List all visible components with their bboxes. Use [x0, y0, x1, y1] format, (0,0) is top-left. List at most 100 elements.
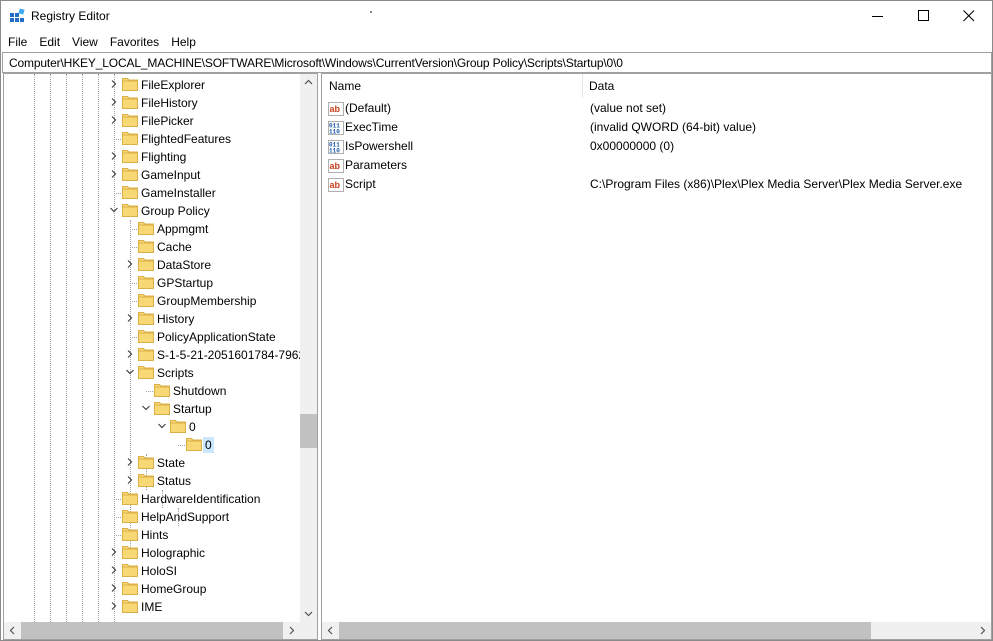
menu-help[interactable]: Help: [165, 32, 202, 52]
maximize-button[interactable]: [901, 1, 947, 32]
string-value-icon: ab: [328, 178, 344, 192]
tree-item[interactable]: Scripts: [4, 364, 300, 382]
tree-item[interactable]: 0: [4, 436, 300, 454]
values-horizontal-scroll-thumb[interactable]: [339, 622, 871, 639]
folder-icon: [154, 384, 170, 397]
chevron-down-icon[interactable]: [125, 367, 135, 377]
chevron-right-icon[interactable]: [109, 169, 119, 179]
tree-item[interactable]: FileExplorer: [4, 76, 300, 94]
string-value-icon: ab: [328, 159, 344, 173]
tree-item[interactable]: State: [4, 454, 300, 472]
value-row[interactable]: ab Parameters: [322, 156, 991, 175]
registry-editor-icon: [10, 8, 25, 22]
value-name: Parameters: [345, 158, 408, 172]
tree-item[interactable]: HelpAndSupport: [4, 508, 300, 526]
chevron-right-icon[interactable]: [109, 547, 119, 557]
address-path[interactable]: Computer\HKEY_LOCAL_MACHINE\SOFTWARE\Mic…: [9, 56, 623, 70]
tree-item[interactable]: Holographic: [4, 544, 300, 562]
chevron-right-icon[interactable]: [125, 349, 135, 359]
chevron-right-icon[interactable]: [109, 97, 119, 107]
column-header-name[interactable]: Name: [329, 74, 361, 98]
folder-icon: [122, 150, 138, 163]
folder-icon: [122, 114, 138, 127]
tree-item[interactable]: DataStore: [4, 256, 300, 274]
tree-item[interactable]: Status: [4, 472, 300, 490]
tree-item[interactable]: GameInstaller: [4, 184, 300, 202]
tree-vertical-scroll-thumb[interactable]: [300, 414, 317, 448]
folder-icon: [122, 528, 138, 541]
tree-item[interactable]: Shutdown: [4, 382, 300, 400]
svg-text:ab: ab: [330, 104, 341, 114]
values-horizontal-scrollbar[interactable]: [322, 622, 991, 639]
chevron-right-icon[interactable]: [109, 79, 119, 89]
title-bar[interactable]: Registry Editor: [1, 1, 992, 32]
chevron-right-icon[interactable]: [109, 565, 119, 575]
tree-item[interactable]: Flighting: [4, 148, 300, 166]
scroll-left-arrow-icon[interactable]: [322, 622, 339, 639]
tree-vertical-scrollbar[interactable]: [300, 74, 317, 622]
minimize-icon: [872, 16, 883, 17]
folder-icon: [138, 330, 154, 343]
chevron-right-icon[interactable]: [125, 313, 135, 323]
chevron-right-icon[interactable]: [109, 115, 119, 125]
tree-horizontal-scrollbar[interactable]: [4, 622, 300, 639]
tree-item[interactable]: FilePicker: [4, 112, 300, 130]
tree-item[interactable]: 0: [4, 418, 300, 436]
tree-item[interactable]: GPStartup: [4, 274, 300, 292]
value-data: (invalid QWORD (64-bit) value): [590, 120, 757, 134]
tree-item[interactable]: Hints: [4, 526, 300, 544]
tree-item-label: Group Policy: [141, 204, 210, 218]
tree-item[interactable]: HardwareIdentification: [4, 490, 300, 508]
chevron-right-icon[interactable]: [125, 259, 135, 269]
chevron-down-icon[interactable]: [157, 421, 167, 431]
tree-item[interactable]: Cache: [4, 238, 300, 256]
value-row[interactable]: 011 110 IsPowershell 0x00000000 (0): [322, 137, 991, 156]
chevron-right-icon[interactable]: [125, 475, 135, 485]
column-header-data[interactable]: Data: [589, 74, 614, 98]
chevron-right-icon[interactable]: [109, 151, 119, 161]
window-title: Registry Editor: [31, 9, 110, 23]
menu-view[interactable]: View: [66, 32, 104, 52]
tree-item[interactable]: Appmgmt: [4, 220, 300, 238]
tree-item[interactable]: History: [4, 310, 300, 328]
menu-file[interactable]: File: [1, 32, 33, 52]
tree-item-label: HomeGroup: [141, 582, 207, 596]
scroll-right-arrow-icon[interactable]: [283, 622, 300, 639]
tree-item[interactable]: GameInput: [4, 166, 300, 184]
tree-item[interactable]: HoloSI: [4, 562, 300, 580]
tree-item[interactable]: Startup: [4, 400, 300, 418]
value-row[interactable]: ab Script C:\Program Files (x86)\Plex\Plex…: [322, 175, 991, 194]
tree-item-label: Appmgmt: [157, 222, 209, 236]
tree-item[interactable]: S-1-5-21-2051601784-79621: [4, 346, 300, 364]
svg-text:110: 110: [329, 129, 340, 136]
chevron-right-icon[interactable]: [109, 601, 119, 611]
tree-item[interactable]: IME: [4, 598, 300, 616]
value-row[interactable]: 011 110 ExecTime (invalid QWORD (64-bit) va…: [322, 118, 991, 137]
value-row[interactable]: ab (Default) (value not set): [322, 99, 991, 118]
menu-favorites[interactable]: Favorites: [104, 32, 165, 52]
tree-item[interactable]: FileHistory: [4, 94, 300, 112]
tree-item[interactable]: PolicyApplicationState: [4, 328, 300, 346]
scroll-down-arrow-icon[interactable]: [300, 605, 317, 622]
folder-icon: [122, 186, 138, 199]
close-button[interactable]: [946, 1, 992, 32]
scroll-right-arrow-icon[interactable]: [974, 622, 991, 639]
column-separator[interactable]: [582, 74, 583, 98]
values-pane[interactable]: Name Data ab (Default) (value not set) 011 1…: [321, 73, 992, 640]
chevron-down-icon[interactable]: [141, 403, 151, 413]
chevron-right-icon[interactable]: [125, 457, 135, 467]
minimize-button[interactable]: [855, 1, 901, 32]
chevron-down-icon[interactable]: [109, 205, 119, 215]
tree-horizontal-scroll-thumb[interactable]: [21, 622, 283, 639]
scroll-left-arrow-icon[interactable]: [4, 622, 21, 639]
chevron-right-icon[interactable]: [109, 583, 119, 593]
key-tree-pane[interactable]: FileExplorer FileHistory FilePicker Flighte…: [3, 73, 318, 640]
folder-icon: [138, 276, 154, 289]
menu-edit[interactable]: Edit: [33, 32, 66, 52]
tree-item[interactable]: HomeGroup: [4, 580, 300, 598]
tree-item[interactable]: GroupMembership: [4, 292, 300, 310]
address-bar[interactable]: Computer\HKEY_LOCAL_MACHINE\SOFTWARE\Mic…: [2, 52, 992, 73]
tree-item[interactable]: Group Policy: [4, 202, 300, 220]
tree-item[interactable]: FlightedFeatures: [4, 130, 300, 148]
scroll-up-arrow-icon[interactable]: [300, 74, 317, 91]
